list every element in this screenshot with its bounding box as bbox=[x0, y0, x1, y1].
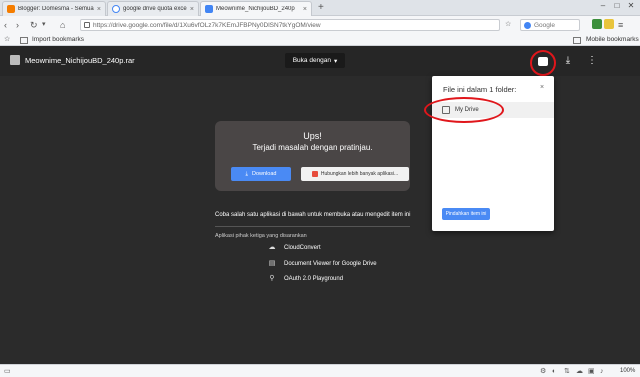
download-icon[interactable]: ⤓ bbox=[562, 55, 574, 67]
zoom-level[interactable]: 100% bbox=[620, 368, 635, 374]
oauth-icon: ⚲ bbox=[269, 275, 275, 282]
error-message: Terjadi masalah dengan pratinjau. bbox=[252, 143, 373, 152]
app-item-oauth-playground[interactable]: ⚲ OAuth 2.0 Playground bbox=[268, 275, 343, 283]
window-close-icon[interactable]: ✕ bbox=[624, 0, 638, 12]
popup-title: File ini dalam 1 folder: bbox=[443, 85, 517, 94]
mobile-bookmarks-link[interactable]: Mobile bookmarks bbox=[586, 36, 639, 43]
maximize-icon[interactable]: □ bbox=[610, 0, 624, 12]
error-title: Ups! bbox=[303, 131, 322, 141]
bookmark-star-icon[interactable]: ☆ bbox=[505, 19, 511, 31]
app-item-cloudconvert[interactable]: ☁ CloudConvert bbox=[268, 244, 321, 252]
sidebar-toggle-icon[interactable]: ▭ bbox=[4, 367, 11, 376]
back-icon[interactable]: ‹ bbox=[4, 19, 7, 31]
close-icon[interactable]: × bbox=[190, 6, 194, 13]
apps-icon bbox=[311, 171, 318, 177]
google-search-icon bbox=[524, 21, 531, 29]
import-bookmarks-link[interactable]: Import bookmarks bbox=[32, 36, 84, 43]
status-icon[interactable]: ◐ bbox=[552, 367, 556, 376]
drive-viewer: Meownime_NichijouBD_240p.rar Buka dengan… bbox=[0, 46, 640, 364]
volume-icon[interactable]: ♪ bbox=[600, 367, 604, 376]
document-icon: ▤ bbox=[268, 260, 276, 267]
tab-title: Meownime_NichijouBD_240p bbox=[216, 6, 295, 12]
folder-icon bbox=[573, 37, 581, 44]
try-apps-text: Coba salah satu aplikasi di bawah untuk … bbox=[215, 212, 411, 218]
search-input[interactable]: Google bbox=[520, 19, 580, 31]
status-icon[interactable]: ☁ bbox=[576, 367, 583, 376]
tab-title: google drive quota exceeded bbox=[123, 6, 187, 12]
cloud-icon: ☁ bbox=[268, 244, 276, 251]
chevron-down-icon: ▾ bbox=[334, 57, 338, 65]
download-label: Download bbox=[251, 171, 277, 177]
open-with-label: Buka dengan bbox=[292, 57, 332, 64]
status-icon[interactable]: ⚙ bbox=[540, 367, 546, 376]
close-icon[interactable]: × bbox=[97, 6, 101, 13]
blogger-icon bbox=[7, 5, 15, 13]
divider bbox=[215, 226, 410, 227]
tab-title: Blogger: Domesma - Semua bbox=[18, 6, 94, 12]
new-tab-button[interactable]: + bbox=[318, 2, 324, 14]
drive-icon bbox=[442, 106, 450, 114]
browser-tab-bar: Blogger: Domesma - Semua × google drive … bbox=[0, 0, 640, 16]
viewer-header: Meownime_NichijouBD_240p.rar Buka dengan… bbox=[0, 46, 640, 76]
search-placeholder: Google bbox=[534, 21, 555, 29]
extension-icon[interactable] bbox=[592, 19, 602, 29]
tab-blogger[interactable]: Blogger: Domesma - Semua × bbox=[2, 1, 106, 16]
status-icon[interactable]: ▣ bbox=[588, 367, 595, 376]
bookmarks-bar: ☆ Import bookmarks Mobile bookmarks bbox=[0, 34, 640, 46]
connect-label: Hubungkan lebih banyak aplikasi... bbox=[320, 171, 399, 177]
url-input[interactable]: https://drive.google.com/file/d/1Xu6vfOL… bbox=[80, 19, 500, 31]
folder-icon bbox=[20, 37, 28, 44]
app-name: OAuth 2.0 Playground bbox=[284, 276, 344, 282]
archive-file-icon bbox=[10, 55, 20, 65]
home-icon[interactable]: ⌂ bbox=[60, 19, 65, 31]
app-item-document-viewer[interactable]: ▤ Document Viewer for Google Drive bbox=[268, 260, 377, 268]
add-to-drive-icon[interactable] bbox=[538, 57, 548, 66]
url-text: https://drive.google.com/file/d/1Xu6vfOL… bbox=[93, 21, 321, 29]
tab-google-search[interactable]: google drive quota exceeded × bbox=[107, 1, 199, 16]
tab-drive-file[interactable]: Meownime_NichijouBD_240p × bbox=[200, 1, 312, 16]
third-party-header: Aplikasi pihak ketiga yang disarankan bbox=[215, 233, 307, 239]
close-icon[interactable]: × bbox=[303, 6, 307, 13]
lock-icon bbox=[84, 22, 90, 28]
move-item-button[interactable]: Pindahkan item ini bbox=[442, 208, 490, 220]
address-bar-row: ‹ › ↻ ▾ ⌂ https://drive.google.com/file/… bbox=[0, 16, 640, 34]
minimize-icon[interactable]: – bbox=[596, 0, 610, 12]
file-name: Meownime_NichijouBD_240p.rar bbox=[25, 56, 135, 65]
folder-name: My Drive bbox=[455, 107, 479, 113]
app-name: Document Viewer for Google Drive bbox=[284, 261, 377, 267]
bookmark-add-icon[interactable]: ☆ bbox=[4, 35, 10, 43]
forward-icon[interactable]: › bbox=[16, 19, 19, 31]
extension-icon[interactable] bbox=[604, 19, 614, 29]
open-with-button[interactable]: Buka dengan ▾ bbox=[285, 53, 345, 68]
download-icon: ⤓ bbox=[245, 170, 248, 177]
more-options-icon[interactable]: ⋮ bbox=[586, 55, 598, 67]
folder-item-my-drive[interactable]: My Drive bbox=[432, 102, 554, 118]
download-button[interactable]: ⤓ Download bbox=[231, 167, 291, 181]
move-label: Pindahkan item ini bbox=[445, 211, 487, 217]
app-name: CloudConvert bbox=[284, 245, 321, 251]
status-bar: ▭ ⚙ ◐ ⇅ ☁ ▣ ♪ 100% bbox=[0, 364, 640, 377]
folder-location-popup: File ini dalam 1 folder: × My Drive Pind… bbox=[432, 76, 554, 231]
reload-dropdown-icon[interactable]: ▾ bbox=[42, 19, 46, 31]
reload-icon[interactable]: ↻ bbox=[30, 19, 38, 31]
connect-apps-button[interactable]: Hubungkan lebih banyak aplikasi... bbox=[301, 167, 409, 181]
status-icon[interactable]: ⇅ bbox=[564, 367, 570, 376]
drive-file-icon bbox=[205, 5, 213, 13]
google-icon bbox=[112, 5, 120, 13]
preview-error-card: Ups! Terjadi masalah dengan pratinjau. ⤓… bbox=[215, 121, 410, 191]
close-icon[interactable]: × bbox=[540, 84, 544, 91]
menu-icon[interactable]: ≡ bbox=[618, 19, 623, 31]
